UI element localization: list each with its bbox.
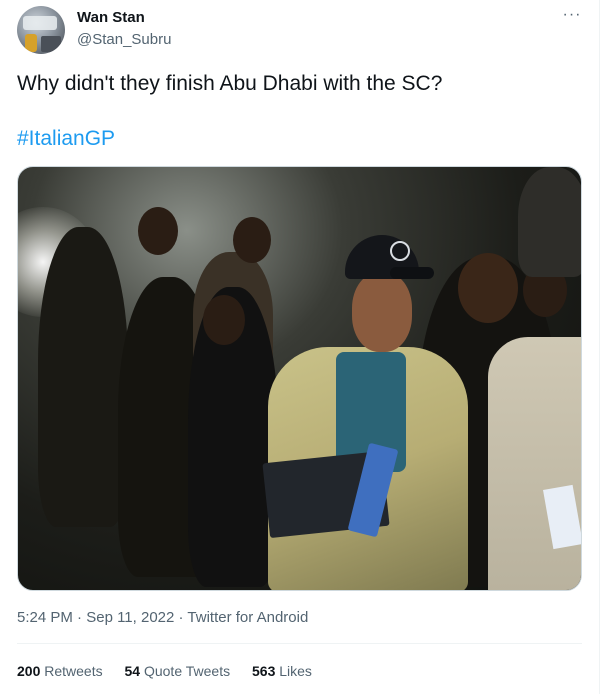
avatar-image-part [23,16,57,30]
quotes-count: 54 [124,663,141,679]
retweets-count: 200 [17,663,41,679]
avatar-image-part [25,34,37,52]
crowd-head [233,217,271,263]
likes-stat[interactable]: 563 Likes [252,663,312,679]
retweets-stat[interactable]: 200 Retweets [17,663,103,679]
meta-separator: · [174,609,188,626]
cap-logo-icon [390,241,410,261]
tweet-date[interactable]: Sep 11, 2022 [86,609,174,626]
cap-brim [390,267,434,279]
meta-separator: · [72,609,87,626]
hashtag-link[interactable]: #ItalianGP [17,127,115,151]
crowd-figure [38,227,128,527]
quotes-label: Quote Tweets [143,663,231,679]
author-display-name[interactable]: Wan Stan [77,9,145,26]
author-handle[interactable]: @Stan_Subru [77,31,171,48]
likes-count: 563 [252,663,276,679]
likes-label: Likes [279,663,312,679]
crowd-head [138,207,178,255]
tweet-stats: 200 Retweets 54 Quote Tweets 563 Likes [17,663,330,679]
tweet-media-image[interactable] [17,166,582,591]
tweet-meta: 5:24 PM · Sep 11, 2022 · Twitter for And… [17,609,308,626]
crowd-head [203,295,245,345]
divider [17,643,582,644]
tweet-text: Why didn't they finish Abu Dhabi with th… [17,72,443,95]
crowd-head [458,253,518,323]
avatar-image-part [41,36,61,52]
crowd-figure [518,167,581,277]
tweet-source[interactable]: Twitter for Android [187,609,308,626]
person-face [352,272,412,352]
tweet-time[interactable]: 5:24 PM [17,609,73,626]
more-horizontal-icon[interactable]: ··· [560,7,584,28]
avatar[interactable] [17,6,65,54]
crowd-figure [488,337,581,590]
retweets-label: Retweets [44,663,103,679]
tweet-card: Wan Stan @Stan_Subru ··· Why didn't they… [0,0,600,694]
quotes-stat[interactable]: 54 Quote Tweets [125,663,231,679]
